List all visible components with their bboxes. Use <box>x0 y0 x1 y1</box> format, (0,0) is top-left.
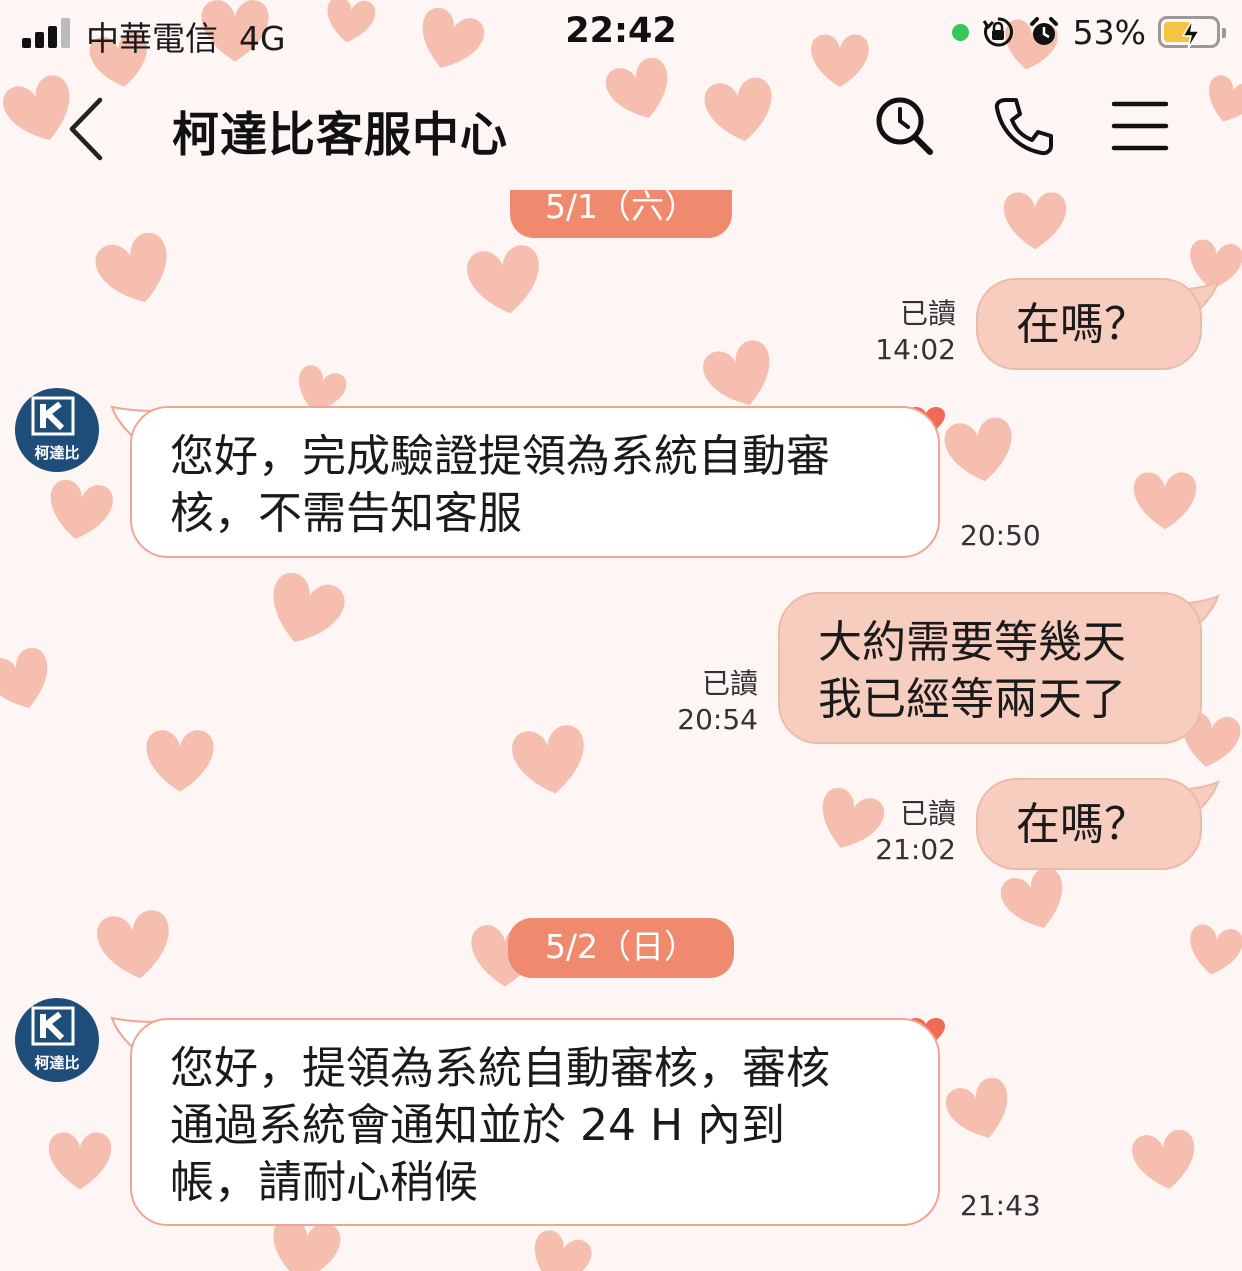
message-meta: 21:43 <box>960 1188 1041 1224</box>
outgoing-message-bubble[interactable]: 在嗎？ <box>976 278 1202 370</box>
menu-icon[interactable] <box>1108 94 1172 158</box>
message-time: 14:02 <box>875 333 956 366</box>
battery-percent: 53% <box>1072 12 1146 52</box>
read-receipt: 已讀 <box>899 297 956 330</box>
outgoing-message-bubble[interactable]: 大約需要等幾天 我已經等兩天了 <box>778 592 1202 744</box>
heart-decoration <box>0 647 48 708</box>
heart-decoration <box>467 245 539 314</box>
phone-icon[interactable] <box>992 94 1056 158</box>
heart-decoration <box>1000 867 1063 928</box>
search-icon[interactable] <box>872 94 936 158</box>
heart-decoration <box>146 730 214 792</box>
heart-decoration <box>48 1132 112 1190</box>
chat-title: 柯達比客服中心 <box>172 108 508 163</box>
avatar-label: 柯達比 <box>34 1054 80 1072</box>
heart-decoration <box>273 572 345 643</box>
heart-decoration <box>50 479 113 539</box>
avatar[interactable]: 柯達比 <box>15 388 99 472</box>
privacy-indicator-dot <box>951 23 969 41</box>
message-meta: 已讀 14:02 <box>840 296 956 368</box>
message-text: 在嗎？ <box>1016 299 1148 350</box>
message-text: 大約需要等幾天 我已經等兩天了 <box>818 617 1126 725</box>
status-bar: 中華電信 4G 22:42 53% <box>0 0 1242 64</box>
message-time: 21:43 <box>960 1189 1041 1222</box>
avatar[interactable]: 柯達比 <box>15 998 99 1082</box>
heart-decoration <box>1190 924 1242 975</box>
incoming-message-bubble[interactable]: 您好，完成驗證提領為系統自動審 核，不需告知客服 <box>130 406 940 558</box>
heart-decoration <box>534 1230 592 1271</box>
outgoing-message-bubble[interactable]: 在嗎？ <box>976 778 1202 870</box>
heart-decoration <box>703 340 770 405</box>
message-text: 在嗎？ <box>1016 799 1148 850</box>
charging-bolt-icon <box>1181 18 1201 50</box>
chat-header: 柯達比客服中心 <box>0 64 1242 184</box>
message-time: 20:50 <box>960 519 1041 552</box>
message-text: 您好，提領為系統自動審核，審核 通過系統會通知並於 24 H 內到 帳，請耐心稍… <box>170 1043 830 1208</box>
avatar-label: 柯達比 <box>34 444 80 462</box>
read-receipt: 已讀 <box>899 797 956 830</box>
message-text: 您好，完成驗證提領為系統自動審 核，不需告知客服 <box>170 431 830 539</box>
message-meta: 20:50 <box>960 518 1041 554</box>
heart-decoration <box>97 910 169 979</box>
heart-decoration <box>945 1077 1008 1138</box>
message-meta: 已讀 20:54 <box>640 666 758 738</box>
back-icon[interactable] <box>60 94 120 164</box>
read-receipt: 已讀 <box>701 667 758 700</box>
message-time: 20:54 <box>677 703 758 736</box>
heart-decoration <box>95 232 167 303</box>
incoming-message-bubble[interactable]: 您好，提領為系統自動審核，審核 通過系統會通知並於 24 H 內到 帳，請耐心稍… <box>130 1018 940 1226</box>
message-time: 21:02 <box>875 833 956 866</box>
alarm-icon <box>1029 17 1058 45</box>
date-separator: 5/1（六） <box>510 190 732 238</box>
kdb-logo-icon <box>31 396 75 436</box>
heart-decoration <box>944 417 1012 482</box>
date-separator: 5/2（日） <box>508 918 734 978</box>
heart-decoration <box>1132 1129 1195 1189</box>
kdb-logo-icon <box>31 1006 75 1046</box>
battery-icon <box>1158 16 1226 50</box>
heart-decoration <box>1133 472 1197 530</box>
message-meta: 已讀 21:02 <box>840 796 956 868</box>
heart-decoration <box>512 725 584 794</box>
heart-decoration <box>1003 192 1067 250</box>
rotation-lock-icon <box>982 17 1013 47</box>
